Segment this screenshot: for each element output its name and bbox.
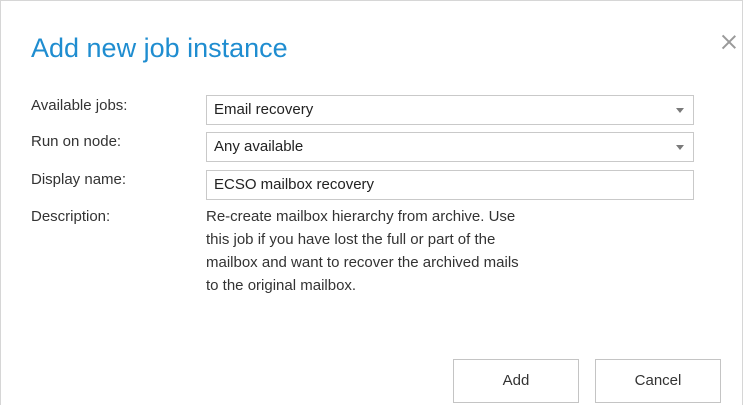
description-line: Re-create mailbox hierarchy from archive…	[206, 208, 516, 225]
description-label: Description:	[31, 208, 111, 225]
dialog-title: Add new job instance	[31, 33, 288, 63]
add-job-instance-dialog: Add new job instance Available jobs: Ema…	[0, 0, 743, 405]
description-text: Re-create mailbox hierarchy from archive…	[206, 205, 626, 297]
description-line: to the original mailbox.	[206, 277, 357, 294]
run-on-node-select[interactable]: Any available	[206, 132, 694, 162]
run-on-node-value: Any available	[214, 138, 304, 155]
cancel-button[interactable]: Cancel	[595, 359, 721, 403]
description-line: this job if you have lost the full or pa…	[206, 231, 496, 248]
display-name-value: ECSO mailbox recovery	[214, 176, 375, 193]
display-name-field[interactable]: ECSO mailbox recovery	[206, 170, 694, 200]
run-on-node-label: Run on node:	[31, 133, 122, 150]
add-button[interactable]: Add	[453, 359, 579, 403]
available-jobs-label: Available jobs:	[31, 97, 128, 114]
chevron-down-icon	[676, 145, 684, 150]
available-jobs-select[interactable]: Email recovery	[206, 95, 694, 125]
available-jobs-value: Email recovery	[214, 101, 314, 118]
chevron-down-icon	[676, 108, 684, 113]
close-icon[interactable]	[720, 33, 738, 51]
display-name-label: Display name:	[31, 171, 127, 188]
description-line: mailbox and want to recover the archived…	[206, 254, 519, 271]
